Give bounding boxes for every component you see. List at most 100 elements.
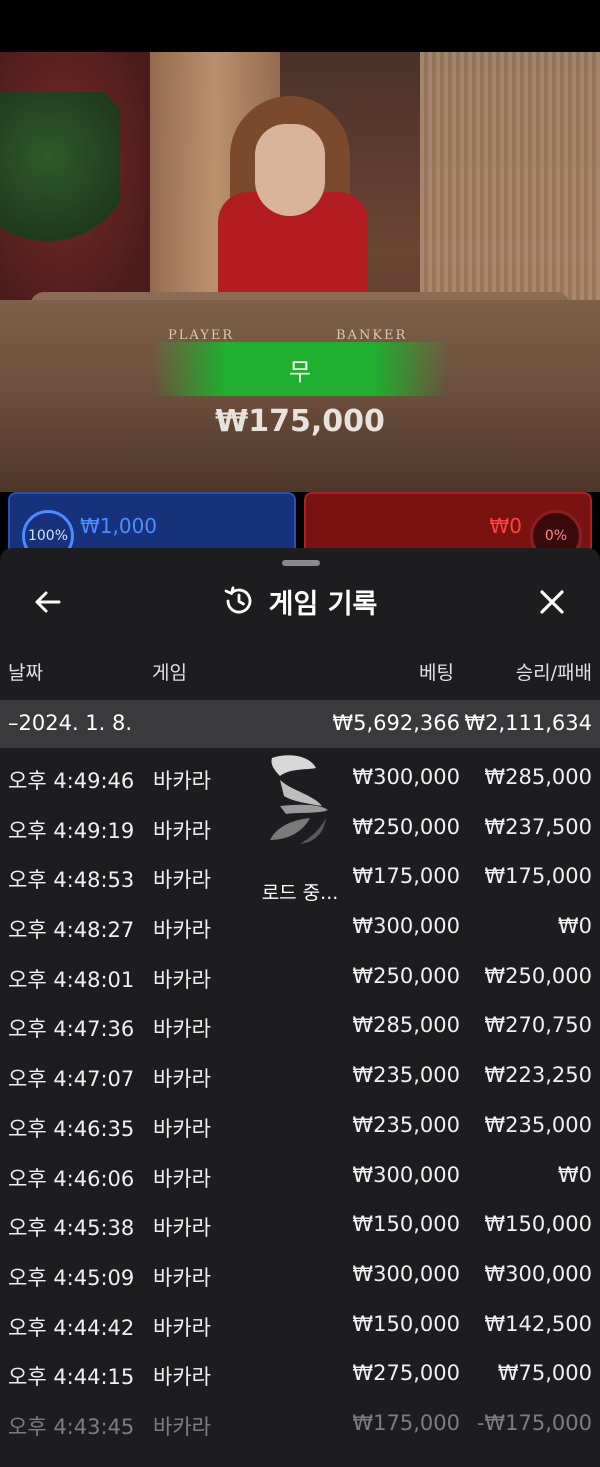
- summary-total-bet: ₩5,692,366: [332, 711, 460, 735]
- history-row[interactable]: 오후 4:43:45 바카라 ₩175,000 -₩175,000: [0, 1397, 600, 1447]
- history-row-bet: ₩285,000: [352, 1013, 460, 1038]
- history-row-time: 오후 4:45:09: [8, 1265, 135, 1290]
- history-row[interactable]: 오후 4:45:09 바카라 ₩300,000 ₩300,000: [0, 1248, 600, 1298]
- history-row-game: 바카라: [153, 1017, 211, 1042]
- history-row-bet: ₩235,000: [352, 1063, 460, 1088]
- close-icon: [540, 590, 564, 614]
- sheet-title-group: 게임 기록: [0, 576, 600, 626]
- history-row-time: 오후 4:49:46: [8, 769, 135, 793]
- table-label-player: PLAYER: [168, 328, 235, 343]
- history-row-bet: ₩235,000: [352, 1112, 460, 1137]
- backdrop-plants: [0, 92, 120, 252]
- history-row-result: ₩0: [557, 1162, 592, 1187]
- history-row-time: 오후 4:48:53: [8, 868, 135, 893]
- history-row-bet: ₩300,000: [352, 765, 460, 789]
- history-row[interactable]: 오후 4:48:53 바카라 ₩175,000 ₩175,000: [0, 850, 600, 900]
- history-clock-icon: [224, 586, 251, 614]
- history-row-time: 오후 4:46:06: [8, 1166, 135, 1191]
- back-button[interactable]: [28, 582, 68, 622]
- history-row[interactable]: 오후 4:47:07 바카라 ₩235,000 ₩223,250: [0, 1049, 600, 1099]
- history-row-game: 바카라: [153, 918, 211, 943]
- history-row-time: 오후 4:48:01: [8, 967, 135, 992]
- history-row[interactable]: 오후 4:48:01 바카라 ₩250,000 ₩250,000: [0, 950, 600, 1000]
- round-result-banner: 무: [152, 342, 448, 396]
- sheet-header: 게임 기록: [0, 576, 600, 626]
- game-history-sheet: 게임 기록 날짜 게임 베팅 승리/패배 –2024. 1. 8. ₩5,692…: [0, 548, 600, 1467]
- history-row-result: ₩142,500: [484, 1311, 592, 1336]
- history-row-game: 바카라: [153, 1315, 211, 1340]
- history-row-result: ₩235,000: [484, 1112, 592, 1137]
- history-row-bet: ₩250,000: [352, 814, 460, 839]
- history-row-game: 바카라: [153, 769, 211, 793]
- history-list: 오후 4:49:46 바카라 ₩300,000 ₩285,000 오후 4:49:19 바…: [0, 751, 600, 1447]
- player-bet-amount: ₩1,000: [80, 514, 158, 538]
- baccarat-table: [0, 300, 600, 492]
- history-row-bet: ₩300,000: [352, 1162, 460, 1187]
- history-row-time: 오후 4:45:38: [8, 1216, 135, 1241]
- history-row-result: ₩300,000: [484, 1261, 592, 1286]
- column-header-result: 승리/패배: [515, 662, 592, 684]
- history-row-game: 바카라: [153, 818, 211, 843]
- live-video-stream: PLAYER BANKER 무 ₩175,000: [0, 52, 600, 492]
- round-result-text: 무: [288, 357, 312, 386]
- history-row-result: ₩175,000: [484, 864, 592, 889]
- history-row[interactable]: 오후 4:46:35 바카라 ₩235,000 ₩235,000: [0, 1099, 600, 1149]
- history-row-time: 오후 4:44:42: [8, 1315, 135, 1340]
- status-bar: [0, 0, 600, 52]
- summary-date: –2024. 1. 8.: [8, 711, 133, 735]
- history-row[interactable]: 오후 4:44:42 바카라 ₩150,000 ₩142,500: [0, 1298, 600, 1348]
- history-row[interactable]: 오후 4:45:38 바카라 ₩150,000 ₩150,000: [0, 1198, 600, 1248]
- column-header-date: 날짜: [8, 662, 43, 684]
- history-row-result: ₩285,000: [484, 765, 592, 789]
- history-row-game: 바카라: [153, 1116, 211, 1141]
- history-row-time: 오후 4:44:15: [8, 1365, 135, 1390]
- history-row-time: 오후 4:49:19: [8, 818, 135, 843]
- history-row-game: 바카라: [153, 868, 211, 893]
- history-row-time: 오후 4:43:45: [8, 1414, 135, 1439]
- history-row-bet: ₩275,000: [352, 1361, 460, 1386]
- history-row[interactable]: 오후 4:48:27 바카라 ₩300,000 ₩0: [0, 900, 600, 950]
- history-row-result: ₩150,000: [484, 1212, 592, 1237]
- summary-total-result: ₩2,111,634: [464, 711, 592, 735]
- close-button[interactable]: [532, 582, 572, 622]
- sheet-grabber-handle[interactable]: [282, 560, 320, 566]
- dealer-figure-face: [255, 124, 325, 216]
- history-row-time: 오후 4:46:35: [8, 1116, 135, 1141]
- history-row-bet: ₩300,000: [352, 914, 460, 939]
- history-row-bet: ₩175,000: [352, 1410, 460, 1435]
- arrow-left-icon: [35, 591, 61, 613]
- history-row-bet: ₩150,000: [352, 1311, 460, 1336]
- history-row-result: -₩175,000: [476, 1410, 592, 1435]
- history-row-result: ₩270,750: [484, 1013, 592, 1038]
- history-row-bet: ₩175,000: [352, 864, 460, 889]
- history-row-result: ₩75,000: [497, 1361, 592, 1386]
- history-row-bet: ₩150,000: [352, 1212, 460, 1237]
- history-row[interactable]: 오후 4:49:19 바카라 ₩250,000 ₩237,500: [0, 801, 600, 851]
- history-row-game: 바카라: [153, 1265, 211, 1290]
- history-row-time: 오후 4:47:36: [8, 1017, 135, 1042]
- column-header-bet: 베팅: [419, 662, 454, 684]
- history-row-result: ₩223,250: [484, 1063, 592, 1088]
- date-summary-row[interactable]: –2024. 1. 8. ₩5,692,366 ₩2,111,634: [0, 700, 600, 748]
- history-row-game: 바카라: [153, 1166, 211, 1191]
- history-column-headers: 날짜 게임 베팅 승리/패배: [0, 658, 600, 688]
- history-row-time: 오후 4:48:27: [8, 918, 135, 943]
- history-row-game: 바카라: [153, 1067, 211, 1092]
- history-row-bet: ₩250,000: [352, 963, 460, 988]
- player-bet-panel[interactable]: 100% ₩1,000: [8, 492, 296, 562]
- history-row[interactable]: 오후 4:47:36 바카라 ₩285,000 ₩270,750: [0, 999, 600, 1049]
- sheet-title: 게임 기록: [268, 588, 378, 620]
- history-row-game: 바카라: [153, 1365, 211, 1390]
- history-row-time: 오후 4:47:07: [8, 1067, 135, 1092]
- history-row-game: 바카라: [153, 1216, 211, 1241]
- history-row-game: 바카라: [153, 967, 211, 992]
- history-row[interactable]: 오후 4:49:46 바카라 ₩300,000 ₩285,000: [0, 751, 600, 801]
- history-row-bet: ₩300,000: [352, 1261, 460, 1286]
- banker-bet-panel[interactable]: ₩0 0%: [304, 492, 592, 562]
- history-row-game: 바카라: [153, 1414, 211, 1439]
- history-row[interactable]: 오후 4:46:06 바카라 ₩300,000 ₩0: [0, 1149, 600, 1199]
- history-row[interactable]: 오후 4:44:15 바카라 ₩275,000 ₩75,000: [0, 1347, 600, 1397]
- column-header-game: 게임: [152, 662, 187, 684]
- history-row-result: ₩250,000: [484, 963, 592, 988]
- history-row-result: ₩0: [557, 914, 592, 939]
